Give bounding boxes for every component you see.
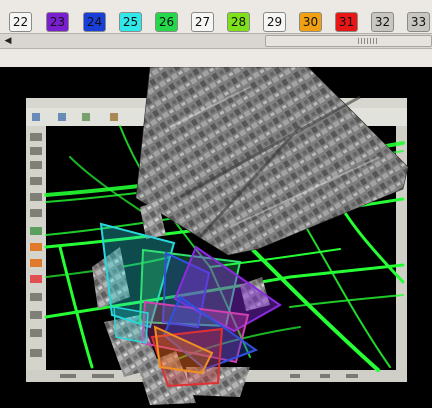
color-swatch-23[interactable]: 23	[46, 12, 69, 32]
color-swatch-29[interactable]: 29	[263, 12, 286, 32]
scroll-thumb[interactable]	[265, 35, 432, 47]
mosaic-svg	[26, 67, 409, 405]
overlay-cyan-2	[113, 306, 149, 344]
color-swatch-33[interactable]: 33	[407, 12, 430, 32]
scroll-left-arrow-icon[interactable]: ◀	[2, 35, 14, 47]
mosaic-canvas[interactable]	[0, 67, 432, 408]
color-swatch-26[interactable]: 26	[155, 12, 178, 32]
color-swatch-31[interactable]: 31	[335, 12, 358, 32]
color-swatch-30[interactable]: 30	[299, 12, 322, 32]
color-swatch-25[interactable]: 25	[119, 12, 142, 32]
color-palette-toolbar: 22 23 24 25 26 27 28 29 30 31 32 33	[0, 0, 432, 33]
color-swatch-32[interactable]: 32	[371, 12, 394, 32]
toolbar-strip	[0, 49, 432, 67]
color-swatch-24[interactable]: 24	[83, 12, 106, 32]
horizontal-scrollbar[interactable]: ◀	[0, 33, 432, 49]
color-swatch-22[interactable]: 22	[9, 12, 32, 32]
scroll-grip-icon	[358, 38, 378, 44]
color-swatch-27[interactable]: 27	[191, 12, 214, 32]
color-swatch-28[interactable]: 28	[227, 12, 250, 32]
